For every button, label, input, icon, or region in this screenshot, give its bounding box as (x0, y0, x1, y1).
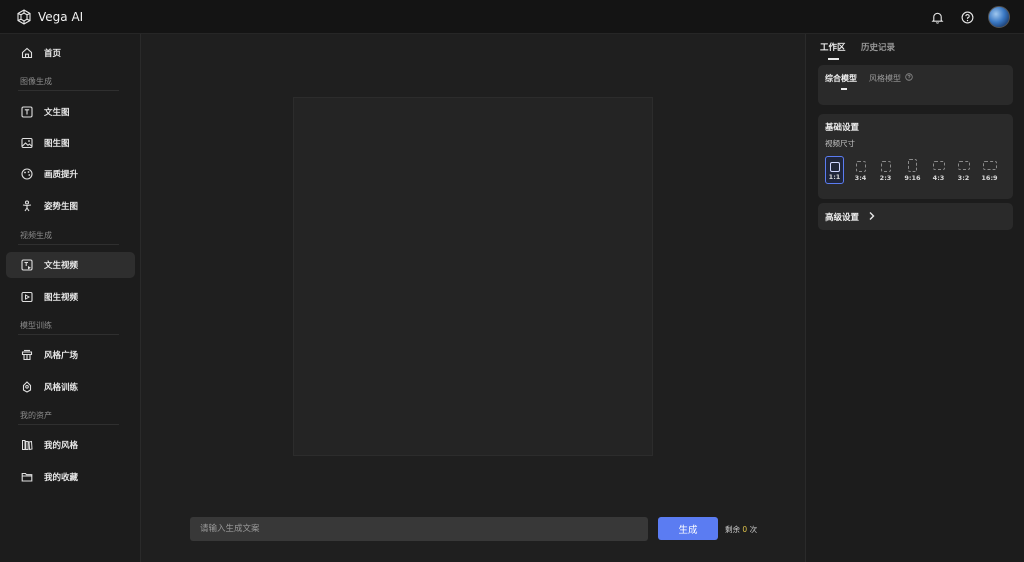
ratio-option-16-9[interactable]: 16:9 (980, 156, 999, 184)
sidebar-item-label: 画质提升 (44, 170, 79, 180)
brand[interactable]: Vega AI (16, 8, 84, 25)
ratio-shape (880, 161, 891, 172)
info-icon[interactable] (905, 73, 913, 84)
ratio-label: 3:2 (957, 174, 970, 182)
palette-icon (20, 167, 34, 181)
divider (18, 90, 119, 91)
divider (18, 424, 119, 425)
ratio-label: 1:1 (828, 173, 841, 181)
divider (18, 244, 119, 245)
ratio-shape (829, 162, 840, 172)
text-box-icon (20, 105, 34, 119)
app-title: Vega AI (38, 9, 84, 24)
section-video-generation: 视频生成 (20, 231, 52, 240)
divider (18, 334, 119, 335)
ratio-label: 9:16 (904, 174, 921, 182)
vega-logo-icon (16, 8, 32, 25)
tab-workspace[interactable]: 工作区 (820, 41, 846, 53)
ratio-label: 4:3 (932, 174, 945, 182)
settings-panel: 工作区 历史记录 综合模型 风格模型 基础设置 视频尺寸 1:1 3:4 2:3… (805, 34, 1024, 562)
sidebar-item-home[interactable]: 首页 (6, 40, 135, 66)
basic-settings-card: 基础设置 视频尺寸 1:1 3:4 2:3 9:16 4:3 3:2 16:9 (818, 114, 1013, 199)
sidebar-item-style-plaza[interactable]: 风格广场 (6, 342, 135, 368)
sidebar-item-label: 风格训练 (44, 383, 79, 393)
video-image-icon (20, 290, 34, 304)
sidebar-item-image-to-video[interactable]: 图生视频 (6, 284, 135, 310)
figure-icon (20, 199, 34, 213)
sidebar-item-label: 姿势生图 (44, 202, 79, 212)
sidebar-item-my-styles[interactable]: 我的风格 (6, 432, 135, 458)
tab-active-indicator (828, 58, 839, 60)
basic-settings-title: 基础设置 (825, 123, 860, 133)
ratio-shape (957, 161, 970, 170)
sidebar-item-pose[interactable]: 姿势生图 (6, 193, 135, 219)
tab-history[interactable]: 历史记录 (861, 41, 895, 53)
ratio-shape (932, 161, 945, 170)
ratio-option-3-4[interactable]: 3:4 (851, 156, 870, 184)
remaining-count: 剩余 0 次 (725, 524, 757, 535)
section-my-assets: 我的资产 (20, 411, 52, 420)
preview-canvas (293, 97, 653, 456)
section-model-training: 模型训练 (20, 321, 52, 330)
ratio-option-3-2[interactable]: 3:2 (954, 156, 973, 184)
ratio-label: 2:3 (879, 174, 892, 182)
remaining-prefix: 剩余 (725, 525, 740, 534)
sidebar-item-label: 图生视频 (44, 293, 79, 303)
sidebar-item-my-favorites[interactable]: 我的收藏 (6, 464, 135, 490)
sidebar-item-image-to-image[interactable]: 图生图 (6, 130, 135, 156)
store-icon (20, 348, 34, 362)
sidebar-item-label: 风格广场 (44, 351, 79, 361)
sidebar-item-text-to-image[interactable]: 文生图 (6, 99, 135, 125)
sidebar-item-label: 首页 (44, 49, 62, 59)
video-text-icon (20, 258, 34, 272)
sidebar-item-label: 我的风格 (44, 441, 79, 451)
sidebar-item-label: 文生视频 (44, 261, 79, 271)
ratio-shape (908, 159, 917, 172)
help-icon[interactable] (960, 10, 974, 24)
chevron-right-icon (868, 211, 876, 224)
section-image-generation: 图像生成 (20, 77, 52, 86)
tab-style-model[interactable]: 风格模型 (869, 73, 901, 84)
sidebar-item-style-training[interactable]: 风格训练 (6, 374, 135, 400)
remaining-suffix: 次 (749, 525, 758, 534)
ratio-shape (982, 161, 997, 170)
books-icon (20, 438, 34, 452)
advanced-settings-row[interactable]: 高级设置 (818, 203, 1013, 230)
sidebar-item-label: 文生图 (44, 108, 70, 118)
tab-general-model[interactable]: 综合模型 (825, 73, 857, 84)
generate-button[interactable]: 生成 (658, 517, 718, 540)
top-bar: Vega AI (0, 0, 1024, 34)
ratio-option-9-16[interactable]: 9:16 (903, 156, 922, 184)
rocket-icon (20, 380, 34, 394)
ratio-option-1-1[interactable]: 1:1 (825, 156, 844, 184)
avatar[interactable] (988, 6, 1010, 28)
ratio-option-4-3[interactable]: 4:3 (929, 156, 948, 184)
sidebar-item-label: 我的收藏 (44, 473, 79, 483)
model-type-card: 综合模型 风格模型 (818, 65, 1013, 105)
sidebar-item-upscale[interactable]: 画质提升 (6, 161, 135, 187)
sidebar: 首页 图像生成 文生图 图生图 画质提升 姿势生图 视频生成 文生视频 图生视频… (0, 34, 141, 562)
remaining-number: 0 (742, 525, 748, 534)
ratio-label: 16:9 (981, 174, 998, 182)
sidebar-item-label: 图生图 (44, 139, 70, 149)
ratio-label: 3:4 (854, 174, 867, 182)
bell-icon[interactable] (930, 10, 944, 24)
ratio-shape (855, 161, 866, 172)
video-size-label: 视频尺寸 (825, 139, 855, 148)
ratio-option-2-3[interactable]: 2:3 (876, 156, 895, 184)
subtab-active-indicator (841, 88, 847, 90)
advanced-settings-title: 高级设置 (825, 213, 860, 223)
prompt-input[interactable] (190, 517, 648, 541)
image-icon (20, 136, 34, 150)
sidebar-item-text-to-video[interactable]: 文生视频 (6, 252, 135, 278)
home-icon (20, 46, 34, 60)
folder-icon (20, 470, 34, 484)
